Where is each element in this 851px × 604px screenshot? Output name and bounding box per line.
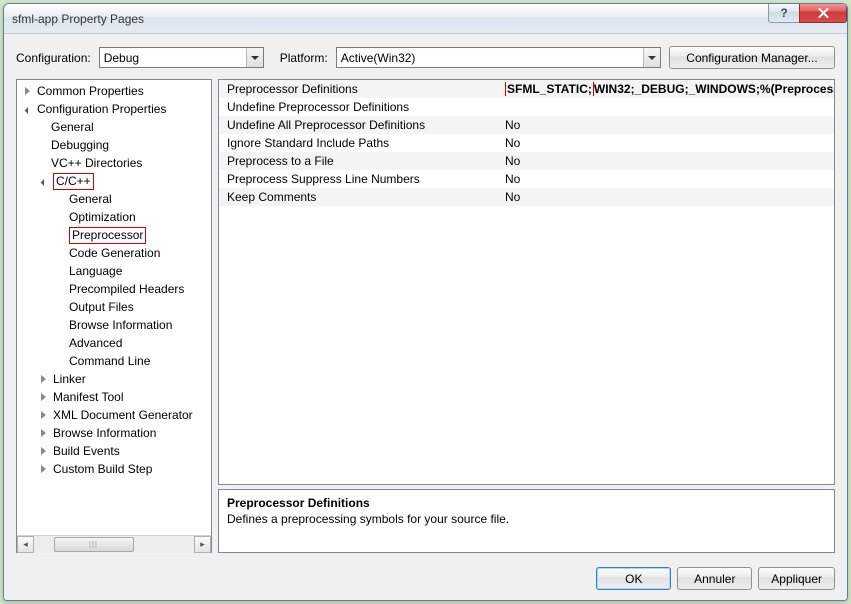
expand-icon — [41, 372, 50, 386]
close-button[interactable] — [799, 3, 847, 23]
window-buttons: ? — [769, 3, 847, 23]
expand-icon — [41, 462, 50, 476]
nav-tree: Common Properties Configuration Properti… — [16, 79, 212, 553]
expand-icon — [41, 426, 50, 440]
grid-value: No — [499, 136, 834, 150]
close-icon — [818, 8, 829, 18]
tree-item-cc-language[interactable]: Language — [17, 262, 211, 280]
tree-item-cc-codegen[interactable]: Code Generation — [17, 244, 211, 262]
scroll-thumb[interactable] — [54, 537, 134, 552]
tree-item-cc-browse[interactable]: Browse Information — [17, 316, 211, 334]
tree-item-cc-output[interactable]: Output Files — [17, 298, 211, 316]
scroll-left-button[interactable]: ◂ — [17, 536, 34, 553]
cancel-button[interactable]: Annuler — [677, 567, 752, 590]
tree-item-vc-directories[interactable]: VC++ Directories — [17, 154, 211, 172]
tree-item-debugging[interactable]: Debugging — [17, 136, 211, 154]
platform-dropdown[interactable]: Active(Win32) — [336, 47, 661, 68]
tree-list[interactable]: Common Properties Configuration Properti… — [17, 80, 211, 535]
tree-horizontal-scrollbar[interactable]: ◂ ▸ — [17, 535, 211, 552]
tree-item-c-cpp[interactable]: C/C++ — [17, 172, 211, 190]
ok-button[interactable]: OK — [596, 567, 671, 590]
tree-item-xml-doc-generator[interactable]: XML Document Generator — [17, 406, 211, 424]
tree-item-common-properties[interactable]: Common Properties — [17, 82, 211, 100]
grid-label: Undefine All Preprocessor Definitions — [219, 118, 499, 132]
dialog-body: Configuration: Debug Platform: Active(Wi… — [4, 34, 847, 600]
tree-item-cc-cmdline[interactable]: Command Line — [17, 352, 211, 370]
expand-icon — [41, 408, 50, 422]
tree-item-cc-general[interactable]: General — [17, 190, 211, 208]
triangle-right-icon: ▸ — [200, 539, 205, 550]
tree-item-general[interactable]: General — [17, 118, 211, 136]
tree-item-build-events[interactable]: Build Events — [17, 442, 211, 460]
scroll-right-button[interactable]: ▸ — [194, 536, 211, 553]
tree-item-browse-information[interactable]: Browse Information — [17, 424, 211, 442]
description-panel: Preprocessor Definitions Defines a prepr… — [218, 489, 835, 553]
tree-item-custom-build-step[interactable]: Custom Build Step — [17, 460, 211, 478]
grid-row-keep-comments[interactable]: Keep Comments No — [219, 188, 834, 206]
expand-icon — [41, 444, 50, 458]
description-text: Defines a preprocessing symbols for your… — [227, 512, 826, 526]
tree-item-configuration-properties[interactable]: Configuration Properties — [17, 100, 211, 118]
scroll-track[interactable] — [34, 536, 194, 553]
grid-label: Preprocessor Definitions — [219, 82, 499, 96]
grid-value: No — [499, 118, 834, 132]
description-title: Preprocessor Definitions — [227, 496, 826, 510]
tree-item-manifest-tool[interactable]: Manifest Tool — [17, 388, 211, 406]
window-title: sfml-app Property Pages — [12, 12, 144, 26]
configuration-manager-button[interactable]: Configuration Manager... — [669, 46, 835, 69]
grid-value: SFML_STATIC;WIN32;_DEBUG;_WINDOWS;%(Prep… — [499, 82, 834, 96]
grid-row-preprocessor-definitions[interactable]: Preprocessor Definitions SFML_STATIC;WIN… — [219, 80, 834, 98]
triangle-left-icon: ◂ — [23, 539, 28, 550]
tree-item-cc-advanced[interactable]: Advanced — [17, 334, 211, 352]
chevron-down-icon — [246, 48, 263, 67]
grid-value: No — [499, 190, 834, 204]
grid-row-undefine-all[interactable]: Undefine All Preprocessor Definitions No — [219, 116, 834, 134]
tree-item-linker[interactable]: Linker — [17, 370, 211, 388]
configuration-value: Debug — [104, 51, 139, 65]
collapse-icon — [43, 174, 48, 188]
config-row: Configuration: Debug Platform: Active(Wi… — [16, 46, 835, 69]
collapse-icon — [27, 102, 32, 116]
property-grid[interactable]: Preprocessor Definitions SFML_STATIC;WIN… — [218, 79, 835, 485]
grid-row-suppress-line-numbers[interactable]: Preprocess Suppress Line Numbers No — [219, 170, 834, 188]
expand-icon — [25, 84, 34, 98]
platform-value: Active(Win32) — [341, 51, 416, 65]
tree-item-cc-preprocessor[interactable]: Preprocessor — [17, 226, 211, 244]
expand-icon — [41, 390, 50, 404]
grid-row-ignore-std-include[interactable]: Ignore Standard Include Paths No — [219, 134, 834, 152]
properties-panel: Preprocessor Definitions SFML_STATIC;WIN… — [218, 79, 835, 553]
platform-label: Platform: — [280, 51, 328, 65]
configuration-label: Configuration: — [16, 51, 91, 65]
grid-value: No — [499, 154, 834, 168]
property-pages-dialog: sfml-app Property Pages ? Configuration:… — [3, 3, 848, 601]
apply-button[interactable]: Appliquer — [758, 567, 835, 590]
titlebar[interactable]: sfml-app Property Pages ? — [4, 4, 847, 34]
grid-row-preprocess-file[interactable]: Preprocess to a File No — [219, 152, 834, 170]
grid-label: Ignore Standard Include Paths — [219, 136, 499, 150]
grid-label: Preprocess to a File — [219, 154, 499, 168]
grid-label: Undefine Preprocessor Definitions — [219, 100, 499, 114]
grid-value: No — [499, 172, 834, 186]
tree-item-cc-optimization[interactable]: Optimization — [17, 208, 211, 226]
help-button[interactable]: ? — [768, 3, 800, 23]
chevron-down-icon — [643, 48, 660, 67]
dialog-buttons: OK Annuler Appliquer — [16, 563, 835, 590]
grid-label: Preprocess Suppress Line Numbers — [219, 172, 499, 186]
grid-row-undefine-preprocessor[interactable]: Undefine Preprocessor Definitions — [219, 98, 834, 116]
configuration-dropdown[interactable]: Debug — [99, 47, 264, 68]
grid-label: Keep Comments — [219, 190, 499, 204]
tree-item-cc-pch[interactable]: Precompiled Headers — [17, 280, 211, 298]
main-area: Common Properties Configuration Properti… — [16, 79, 835, 553]
